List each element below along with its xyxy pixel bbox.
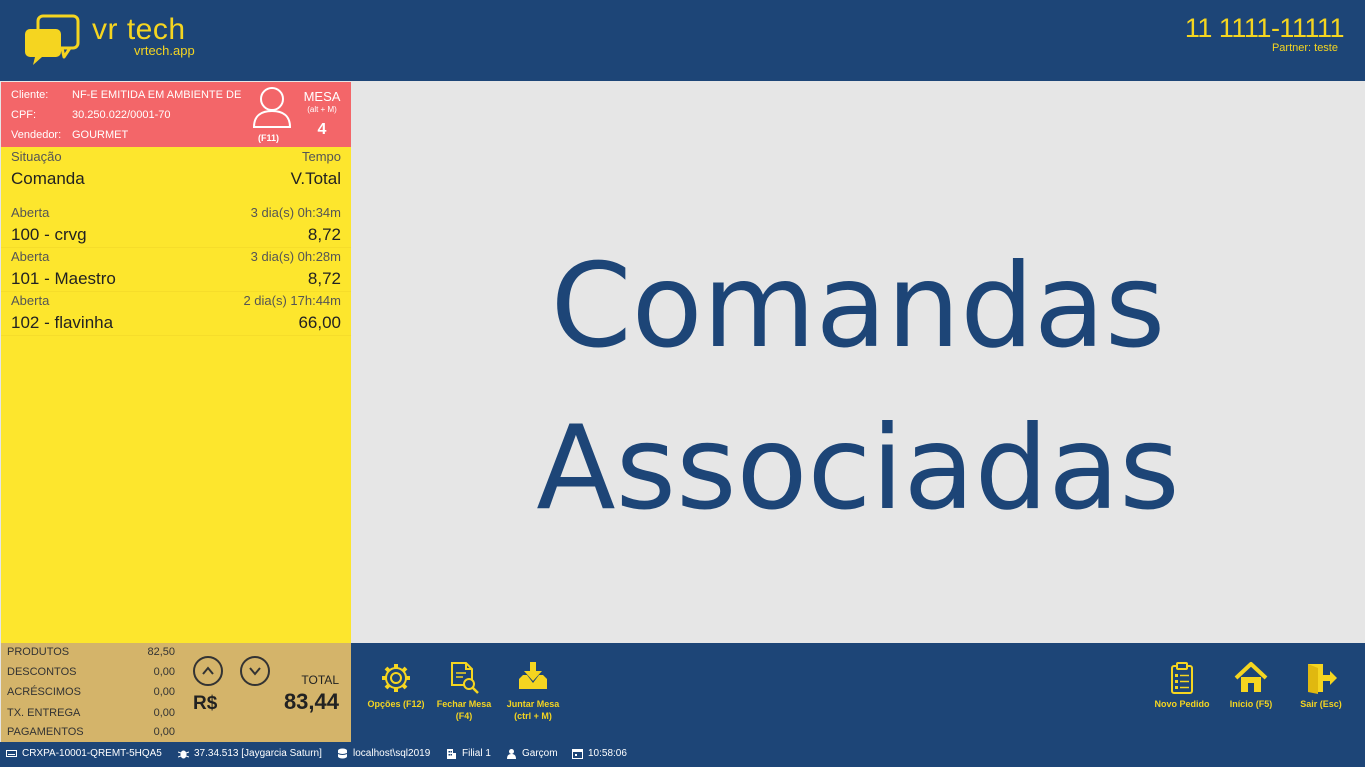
comanda-name: 100 - crvg — [11, 225, 87, 244]
client-value: NF-E EMITIDA EM AMBIENTE DE — [72, 89, 242, 101]
terminal-id: CRXPA-10001-QREMT-5HQA5 — [22, 748, 162, 759]
descontos-label: DESCONTOS — [7, 666, 77, 678]
bottom-toolbar: Opções (F12) Fechar Mesa (F4) Juntar Mes… — [351, 643, 1365, 742]
document-search-icon — [451, 662, 479, 694]
comanda-list-panel: Situação Tempo Comanda V.Total Aberta 3 … — [1, 147, 351, 643]
chevron-up-icon — [202, 666, 214, 675]
comanda-status: Aberta — [11, 205, 50, 220]
partner-label: Partner: teste — [1271, 42, 1338, 54]
comanda-time: 3 dia(s) 0h:34m — [250, 205, 341, 220]
version-text: 37.34.513 [Jaygarcia Saturn] — [194, 748, 322, 759]
phone-number: 11 1111-11111 — [1184, 13, 1345, 43]
produtos-value: 82,50 — [147, 646, 175, 658]
calendar-icon — [572, 749, 583, 759]
building-icon — [447, 749, 456, 759]
mesa-shortcut: (alt + M) — [307, 105, 337, 114]
pagamentos-value: 0,00 — [153, 726, 175, 738]
total-value: 83,44 — [283, 689, 339, 714]
comanda-status: Aberta — [11, 249, 50, 264]
pagamentos-label: PAGAMENTOS — [7, 726, 84, 738]
scroll-down-button[interactable] — [240, 656, 270, 686]
title-line-2: Associadas — [536, 401, 1180, 536]
close-table-button[interactable]: Fechar Mesa (F4) — [424, 661, 504, 722]
comanda-value: 8,72 — [307, 225, 341, 244]
comanda-row[interactable]: Aberta 2 dia(s) 17h:44m 102 - flavinha 6… — [1, 292, 351, 336]
currency-symbol: R$ — [193, 693, 218, 714]
comanda-row[interactable]: Aberta 3 dia(s) 0h:34m 100 - crvg 8,72 — [1, 204, 351, 248]
associated-comandas-title: Comandas Associadas — [351, 226, 1365, 550]
produtos-label: PRODUTOS — [7, 646, 70, 658]
descontos-value: 0,00 — [153, 666, 175, 678]
keyboard-icon — [6, 750, 17, 757]
new-order-label: Novo Pedido — [1154, 699, 1210, 709]
vendedor-label: Vendedor: — [11, 129, 62, 141]
home-icon — [1234, 662, 1268, 692]
scroll-up-button[interactable] — [193, 656, 223, 686]
status-bar: CRXPA-10001-QREMT-5HQA5 37.34.513 [Jayga… — [0, 742, 1365, 767]
title-line-1: Comandas — [550, 239, 1166, 374]
join-table-button[interactable]: Juntar Mesa (ctrl + M) — [493, 661, 573, 722]
join-table-label-1: Juntar Mesa — [506, 699, 560, 709]
home-button[interactable]: Início (F5) — [1211, 661, 1291, 710]
mesa-number[interactable]: 4 — [297, 121, 347, 139]
entrega-label: TX. ENTREGA — [7, 707, 81, 719]
total-label: TOTAL — [301, 673, 339, 687]
user-text: Garçom — [522, 748, 558, 759]
comanda-row[interactable]: Aberta 3 dia(s) 0h:28m 101 - Maestro 8,7… — [1, 248, 351, 292]
vendedor-value: GOURMET — [72, 129, 129, 141]
header-vtotal: V.Total — [290, 169, 341, 188]
brand-url: vrtech.app — [134, 43, 195, 58]
exit-door-icon — [1308, 664, 1337, 694]
user-icon — [507, 749, 516, 759]
exit-button[interactable]: Sair (Esc) — [1281, 661, 1361, 710]
chevron-down-icon — [249, 667, 261, 676]
home-label: Início (F5) — [1229, 699, 1273, 709]
acrescimos-label: ACRÉSCIMOS — [7, 686, 81, 698]
close-table-label-1: Fechar Mesa — [436, 699, 492, 709]
cpf-value: 30.250.022/0001-70 — [72, 109, 171, 121]
acrescimos-value: 0,00 — [153, 686, 175, 698]
clock-text: 10:58:06 — [588, 748, 627, 759]
exit-label: Sair (Esc) — [1300, 699, 1342, 709]
entrega-value: 0,00 — [153, 707, 175, 719]
new-order-button[interactable]: Novo Pedido — [1142, 661, 1222, 710]
bug-icon — [178, 750, 189, 759]
clipboard-list-icon — [1171, 662, 1193, 694]
client-label: Cliente: — [11, 89, 49, 101]
comanda-value: 66,00 — [298, 313, 341, 332]
client-info-panel[interactable]: Cliente: NF-E EMITIDA EM AMBIENTE DE CPF… — [1, 82, 351, 147]
header-tempo: Tempo — [301, 149, 341, 164]
comanda-name: 101 - Maestro — [11, 269, 116, 288]
list-header: Situação Tempo Comanda V.Total — [1, 147, 351, 197]
main-content: Comandas Associadas — [351, 81, 1365, 643]
comanda-time: 3 dia(s) 0h:28m — [250, 249, 341, 264]
vr-tech-logo-icon — [25, 14, 80, 65]
filial-text: Filial 1 — [462, 748, 491, 759]
customer-shortcut: (F11) — [258, 133, 280, 143]
comanda-value: 8,72 — [307, 269, 341, 288]
cpf-label: CPF: — [11, 109, 37, 121]
header-comanda: Comanda — [11, 169, 85, 188]
top-header: vr tech vrtech.app 11 1111-11111 Partner… — [0, 0, 1365, 81]
comanda-time: 2 dia(s) 17h:44m — [243, 293, 341, 308]
gear-icon — [382, 664, 410, 692]
comanda-name: 102 - flavinha — [11, 313, 114, 332]
brand-name: vr tech — [92, 13, 186, 46]
mesa-label[interactable]: MESA — [297, 90, 347, 104]
join-table-label-2: (ctrl + M) — [514, 711, 552, 721]
database-text: localhost\sql2019 — [353, 748, 431, 759]
database-icon — [337, 748, 348, 759]
totals-panel: PRODUTOS 82,50 DESCONTOS 0,00 ACRÉSCIMOS… — [1, 643, 351, 742]
header-situacao: Situação — [11, 149, 62, 164]
comanda-status: Aberta — [11, 293, 50, 308]
close-table-label-2: (F4) — [455, 711, 473, 721]
customer-icon[interactable] — [252, 85, 292, 129]
download-tray-icon — [519, 662, 547, 689]
